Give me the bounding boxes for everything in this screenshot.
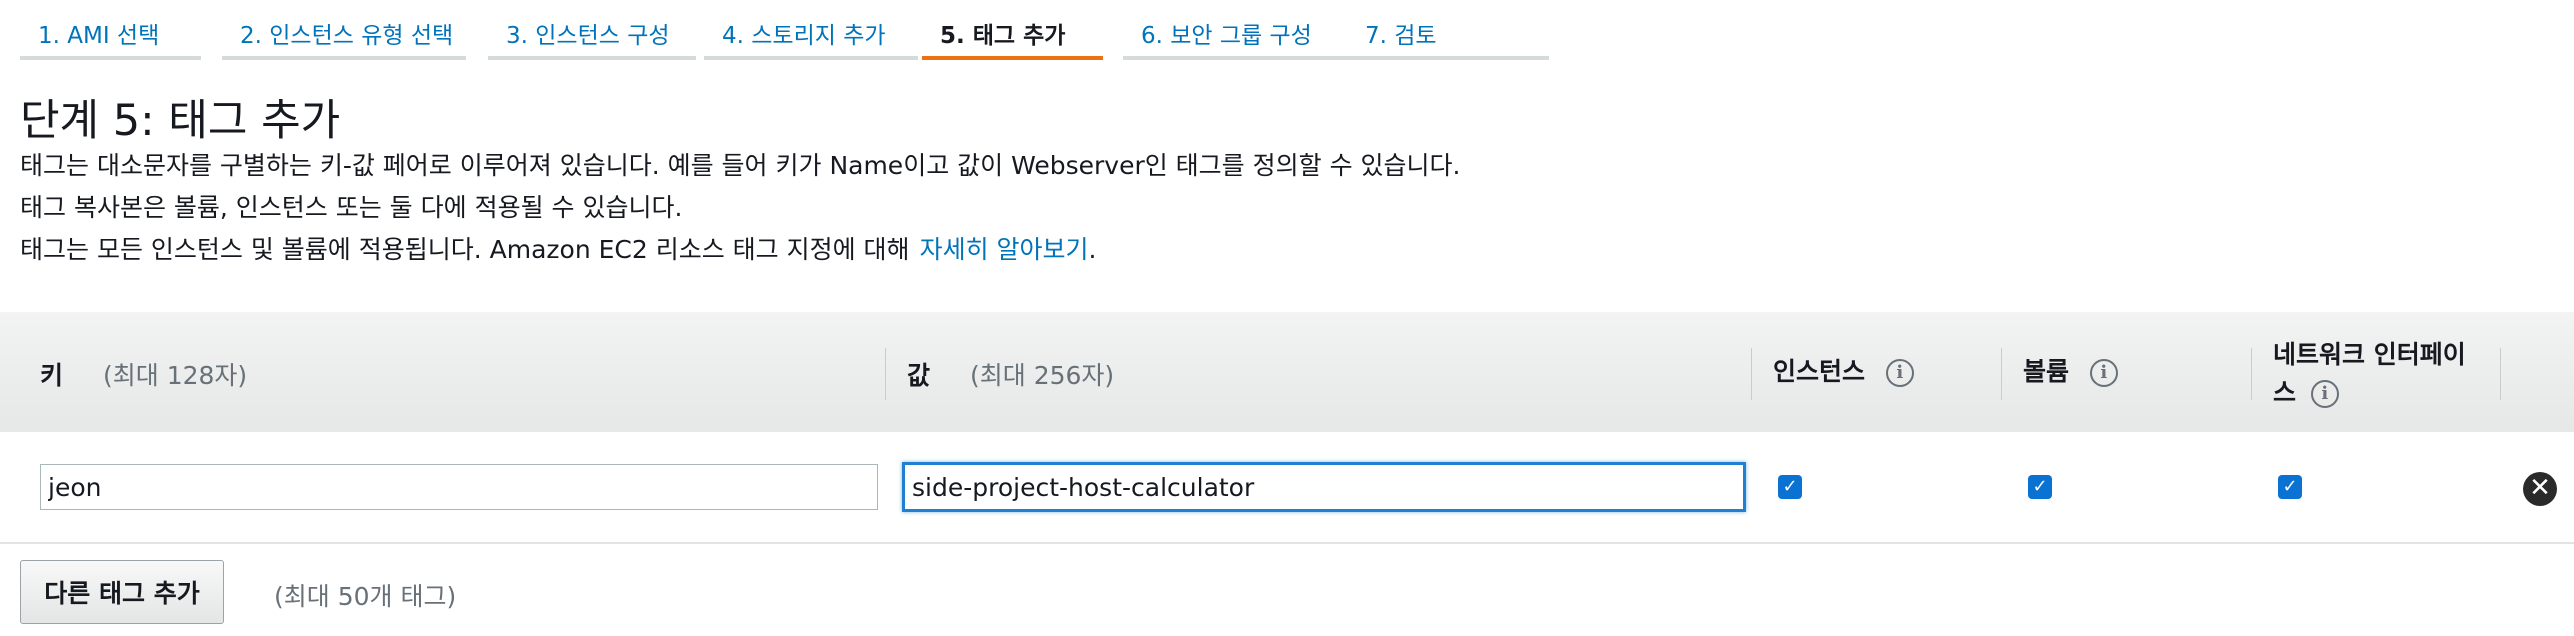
tab-step-3-configure-instance[interactable]: 3. 인스턴스 구성 <box>488 0 696 60</box>
description-line-3: 태그는 모든 인스턴스 및 볼륨에 적용됩니다. Amazon EC2 리소스 … <box>20 230 1096 266</box>
tab-step-4-add-storage[interactable]: 4. 스토리지 추가 <box>704 0 918 60</box>
description-line-1: 태그는 대소문자를 구별하는 키-값 페어로 이루어져 있습니다. 예를 들어 … <box>20 151 1461 180</box>
column-value-hint: (최대 256자) <box>970 361 1115 390</box>
info-icon[interactable]: i <box>2089 359 2118 387</box>
column-header-key: 키 (최대 128자) <box>40 356 247 392</box>
column-header-network-interfaces: 네트워크 인터페이스 i <box>2273 336 2466 412</box>
column-instances-label: 인스턴스 <box>1773 357 1866 386</box>
column-header-value: 값 (최대 256자) <box>907 356 1114 392</box>
description-text: 태그는 모든 인스턴스 및 볼륨에 적용됩니다. Amazon EC2 리소스 … <box>20 235 910 264</box>
column-header-instances: 인스턴스 i <box>1773 352 1914 388</box>
tab-step-2-instance-type[interactable]: 2. 인스턴스 유형 선택 <box>222 0 466 60</box>
column-value-label: 값 <box>907 361 931 390</box>
network-interfaces-checkbox[interactable]: ✓ <box>2278 475 2302 499</box>
column-divider <box>1751 348 1752 400</box>
description-suffix: . <box>1088 235 1097 264</box>
learn-more-link[interactable]: 자세히 알아보기 <box>920 235 1089 264</box>
column-volumes-label: 볼륨 <box>2023 357 2070 386</box>
column-divider <box>2500 348 2501 400</box>
column-header-volumes: 볼륨 i <box>2023 352 2118 388</box>
column-network-label-2: 스 <box>2273 378 2297 407</box>
column-divider <box>885 348 886 400</box>
tab-label: 6. 보안 그룹 구성 <box>1141 23 1312 49</box>
column-divider <box>2001 348 2002 400</box>
column-divider <box>2251 348 2252 400</box>
tab-label: 2. 인스턴스 유형 선택 <box>240 23 454 49</box>
column-network-label-1: 네트워크 인터페이 <box>2273 340 2466 369</box>
add-another-tag-button[interactable]: 다른 태그 추가 <box>20 560 224 624</box>
column-key-label: 키 <box>40 361 64 390</box>
tag-value-input[interactable] <box>902 462 1746 512</box>
table-row: ✓ ✓ ✓ ✕ <box>0 432 2574 544</box>
page-title: 단계 5: 태그 추가 <box>20 96 341 146</box>
tag-key-input[interactable] <box>40 464 878 510</box>
tab-step-6-security-group[interactable]: 6. 보안 그룹 구성 <box>1123 0 1347 60</box>
instances-checkbox[interactable]: ✓ <box>1778 475 1802 499</box>
volumes-checkbox[interactable]: ✓ <box>2028 475 2052 499</box>
tags-table-header: 키 (최대 128자) 값 (최대 256자) 인스턴스 i 볼륨 i 네트워크 인… <box>0 312 2574 434</box>
tab-label: 4. 스토리지 추가 <box>722 23 886 49</box>
tab-label: 1. AMI 선택 <box>38 23 160 49</box>
tab-label: 5. 태그 추가 <box>940 23 1066 49</box>
column-key-hint: (최대 128자) <box>103 361 248 390</box>
info-icon[interactable]: i <box>2310 380 2339 408</box>
tab-step-5-add-tags[interactable]: 5. 태그 추가 <box>922 0 1103 60</box>
info-icon[interactable]: i <box>1885 359 1914 387</box>
description-line-2: 태그 복사본은 볼륨, 인스턴스 또는 둘 다에 적용될 수 있습니다. <box>20 193 683 222</box>
tab-label: 7. 검토 <box>1365 23 1437 49</box>
remove-tag-icon[interactable]: ✕ <box>2523 472 2557 506</box>
tab-step-7-review[interactable]: 7. 검토 <box>1347 0 1549 60</box>
max-tags-note: (최대 50개 태그) <box>274 582 457 611</box>
tab-step-1-ami[interactable]: 1. AMI 선택 <box>20 0 201 60</box>
tab-label: 3. 인스턴스 구성 <box>506 23 670 49</box>
